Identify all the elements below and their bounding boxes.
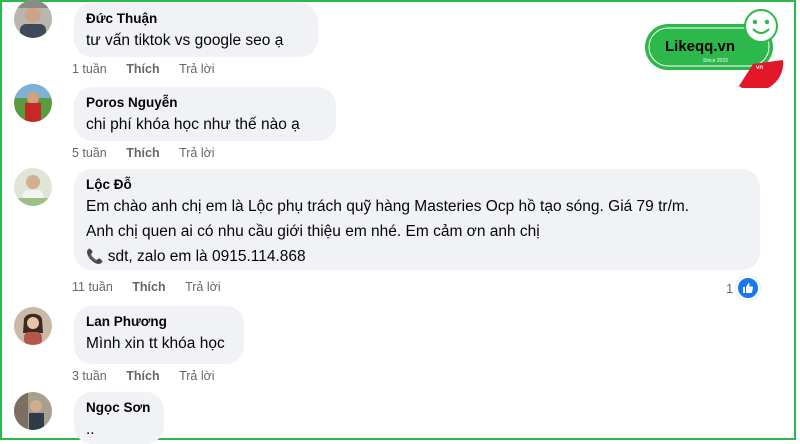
comment-text: Em chào anh chị em là Lộc phụ trách quỹ … — [86, 198, 690, 215]
thumbs-up-icon — [736, 276, 761, 300]
reply-button[interactable]: Trả lời — [179, 146, 215, 160]
like-button[interactable]: Thích — [126, 146, 159, 160]
avatar[interactable] — [14, 0, 52, 38]
comment-text: chi phí khóa học như thế nào ạ — [86, 116, 300, 133]
avatar[interactable] — [14, 392, 52, 430]
avatar[interactable] — [14, 84, 52, 122]
comment-time[interactable]: 1 tuần — [72, 62, 107, 76]
comment-author[interactable]: Đức Thuận — [86, 10, 306, 28]
like-button[interactable]: Thích — [132, 280, 165, 294]
comment-time[interactable]: 11 tuần — [72, 280, 113, 294]
svg-text:vn: vn — [756, 65, 763, 71]
comment-actions: 1 tuần Thích Trả lời — [72, 62, 231, 76]
svg-text:Likeqq.vn: Likeqq.vn — [665, 38, 735, 55]
comment-time[interactable]: 5 tuần — [72, 146, 107, 160]
comment-bubble: Ngọc Sơn .. — [74, 392, 164, 444]
svg-text:Since 2015: Since 2015 — [703, 58, 728, 64]
avatar[interactable] — [14, 168, 52, 206]
reply-button[interactable]: Trả lời — [179, 62, 215, 76]
comment-author[interactable]: Lan Phương — [86, 313, 232, 331]
comment-author[interactable]: Poros Nguyễn — [86, 94, 324, 112]
like-button[interactable]: Thích — [126, 62, 159, 76]
comment-actions: 3 tuần Thích Trả lời — [72, 369, 231, 383]
comment-bubble: Poros Nguyễn chi phí khóa học như thế nà… — [74, 87, 336, 141]
reaction-summary[interactable]: 1 — [726, 276, 761, 300]
avatar[interactable] — [14, 307, 52, 345]
comment-text: .. — [86, 421, 95, 438]
comment-text: tư vấn tiktok vs google seo ạ — [86, 32, 284, 49]
reply-button[interactable]: Trả lời — [185, 280, 221, 294]
reply-button[interactable]: Trả lời — [179, 369, 215, 383]
comment-text: Anh chị quen ai có nhu cầu giới thiệu em… — [86, 223, 540, 240]
comment-bubble: Lan Phương Mình xin tt khóa học — [74, 306, 244, 364]
like-button[interactable]: Thích — [126, 369, 159, 383]
comment-text: Mình xin tt khóa học — [86, 335, 225, 352]
comment-bubble: Lộc Đỗ Em chào anh chị em là Lộc phụ trá… — [74, 169, 760, 270]
comment-bubble: Đức Thuận tư vấn tiktok vs google seo ạ — [74, 3, 318, 57]
comment-actions: 5 tuần Thích Trả lời — [72, 146, 231, 160]
phone-icon: 📞 — [86, 248, 104, 264]
reaction-count: 1 — [726, 280, 734, 296]
likeqq-logo: vn Likeqq.vn Since 2015 — [643, 6, 793, 92]
comment-text-phone: sdt, zalo em là 0915.114.868 — [107, 248, 306, 265]
comment-actions: 11 tuần Thích Trả lời — [72, 280, 237, 294]
comment-time[interactable]: 3 tuần — [72, 369, 107, 383]
comment-author[interactable]: Ngọc Sơn — [86, 399, 152, 417]
comment-author[interactable]: Lộc Đỗ — [86, 176, 748, 194]
comment-text: 📞 sdt, zalo em là 0915.114.868 — [86, 244, 748, 269]
